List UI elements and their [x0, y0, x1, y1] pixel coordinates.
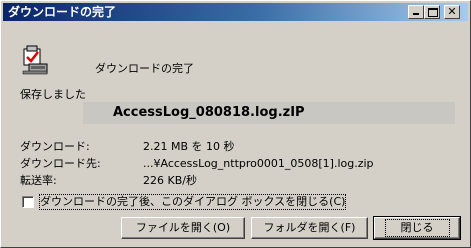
close-button-label: 閉じる [384, 219, 450, 237]
completion-message: ダウンロードの完了 [95, 62, 194, 75]
saved-label: 保存しました [20, 88, 86, 101]
window-title: ダウンロードの完了 [8, 5, 117, 19]
close-on-complete-checkbox[interactable] [22, 196, 34, 208]
open-file-button[interactable]: ファイルを開く(O) [121, 217, 245, 239]
close-window-button[interactable]: ✕ [444, 5, 460, 19]
minimize-button[interactable] [408, 5, 424, 19]
download-size-label: ダウンロード: [20, 140, 90, 153]
close-icon: ✕ [447, 5, 457, 18]
download-complete-icon [22, 45, 48, 75]
transfer-rate-label: 転送率: [20, 174, 57, 187]
destination-value: ...¥AccessLog_nttpro0001_0508[1].log.zip [143, 157, 374, 170]
title-bar[interactable]: ダウンロードの完了 ✕ [3, 3, 468, 21]
destination-label: ダウンロード先: [20, 157, 101, 170]
maximize-button[interactable] [424, 5, 440, 19]
open-folder-button[interactable]: フォルダを開く(F) [251, 217, 368, 239]
download-complete-dialog: ダウンロードの完了 ✕ ダウンロードの完了 保存しました AccessLog_0… [0, 0, 471, 248]
filename-box: AccessLog_080818.log.zIP [83, 102, 455, 124]
download-size-value: 2.21 MB を 10 秒 [143, 140, 235, 153]
close-button[interactable]: 閉じる [373, 216, 461, 240]
filename: AccessLog_080818.log.zIP [113, 105, 305, 120]
transfer-rate-value: 226 KB/秒 [143, 174, 197, 187]
close-on-complete-label[interactable]: ダウンロードの完了後、このダイアログ ボックスを閉じる(C) [38, 194, 347, 210]
